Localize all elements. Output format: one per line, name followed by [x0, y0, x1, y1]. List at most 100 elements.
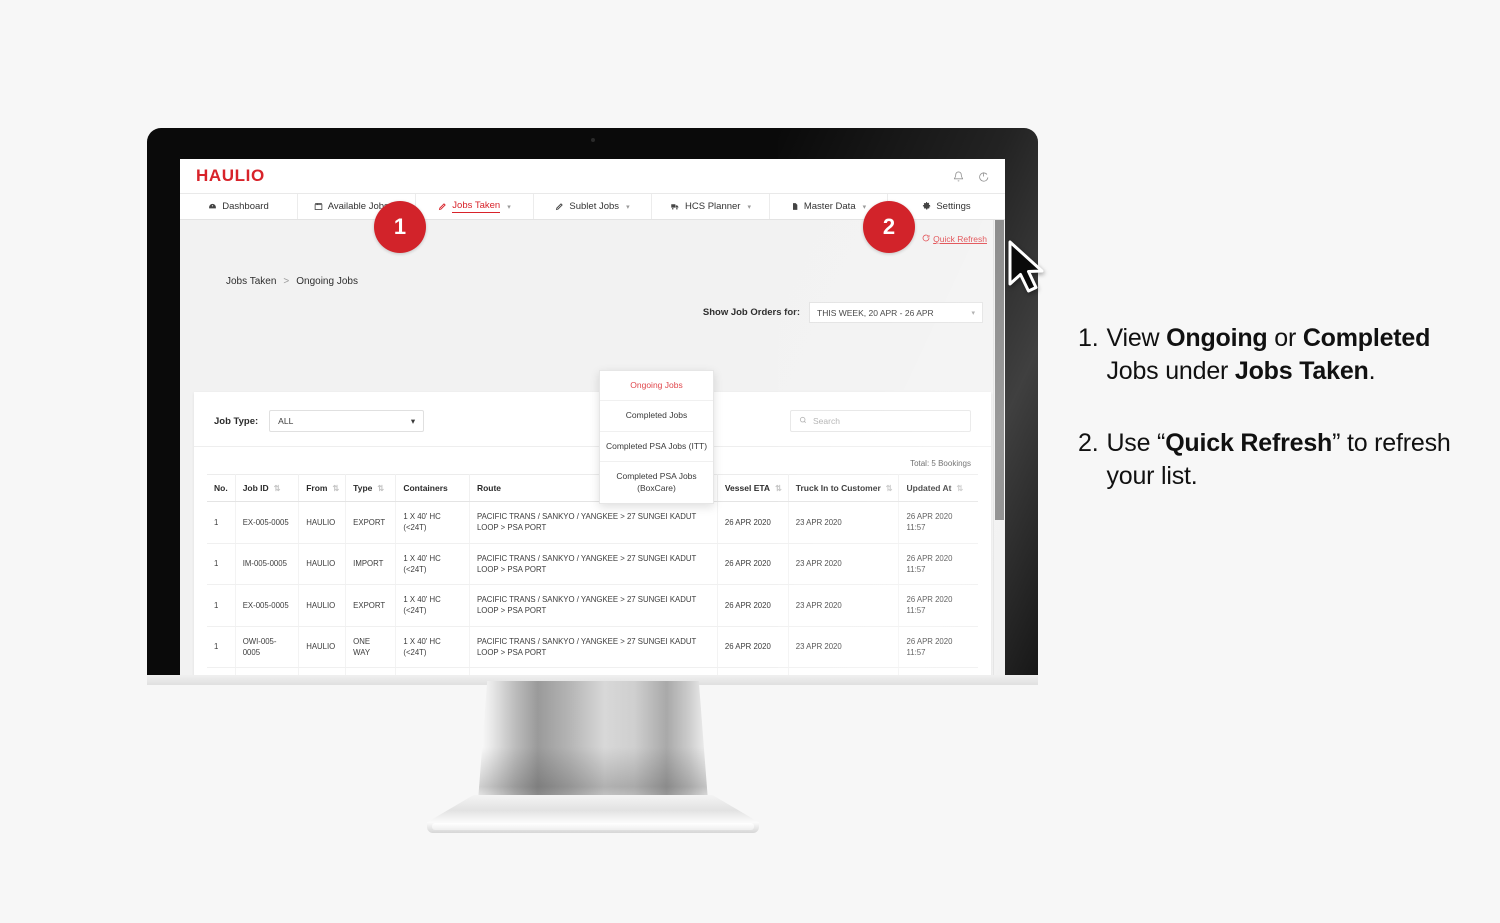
column-header-vessel-eta[interactable]: Vessel ETA ⇅ — [717, 474, 789, 502]
sort-icon[interactable]: ⇅ — [377, 484, 384, 493]
cell-from: HAULIO — [298, 626, 347, 669]
table-row[interactable]: 1 OWI-005-0005 HAULIO ONE WAY 1 X 40' HC (<2… — [207, 626, 978, 669]
table-body: 1 EX-005-0005 HAULIO EXPORT 1 X 40' HC (<24T… — [207, 501, 978, 681]
cell-updated-at: 26 APR 2020 11:57 — [898, 626, 978, 669]
step-text: View Ongoing or Completed Jobs under Job… — [1106, 324, 1431, 386]
table-head: No. Job ID ⇅ From ⇅ Type ⇅ Containers Route Vesse… — [207, 474, 978, 502]
nav-item-label: Sublet Jobs — [569, 201, 620, 212]
quick-refresh-button[interactable]: Quick Refresh — [922, 234, 987, 244]
table-row[interactable]: 1 EX-005-0005 HAULIO EXPORT 1 X 40' HC (<24T… — [207, 584, 978, 627]
nav-item-label: HCS Planner — [685, 201, 741, 212]
cell-type: EXPORT — [345, 501, 397, 544]
table-header-row: No. Job ID ⇅ From ⇅ Type ⇅ Containers Route Vesse… — [207, 474, 978, 502]
dropdown-item-completed-psa-jobs-itt[interactable]: Completed PSA Jobs (ITT) — [600, 432, 713, 463]
jobs-taken-dropdown: Ongoing Jobs Completed Jobs Completed PSA … — [599, 370, 714, 505]
cell-vessel-eta: 26 APR 2020 — [717, 543, 789, 586]
cell-containers: 1 X 40' HC (<24T) — [395, 501, 470, 544]
search-icon — [799, 416, 807, 426]
cell-job-id: OWI-005-0005 — [235, 626, 300, 669]
table-row[interactable]: 1 EX-005-0005 HAULIO EXPORT 1 X 40' HC (<24T… — [207, 501, 978, 544]
cell-route: PACIFIC TRANS / SANKYO / YANGKEE > 27 SU… — [469, 626, 718, 669]
column-header-type[interactable]: Type ⇅ — [345, 474, 397, 502]
haulio-logo[interactable]: HAULIO — [196, 166, 265, 186]
column-label: Updated At — [906, 483, 952, 493]
step-text: Use “Quick Refresh” to refresh your list… — [1106, 428, 1451, 490]
breadcrumb: Jobs Taken > Ongoing Jobs — [226, 276, 358, 287]
cell-truck-in: 23 APR 2020 — [788, 626, 900, 669]
nav-item-sublet-jobs[interactable]: Sublet Jobs ▾ — [534, 194, 652, 219]
cell-job-id: EX-005-0005 — [235, 584, 300, 627]
chevron-down-icon: ▾ — [971, 309, 975, 317]
date-filter: Show Job Orders for: THIS WEEK, 20 APR -… — [703, 302, 983, 323]
cell-containers: 1 X 40' HC (<24T) — [395, 543, 470, 586]
cell-containers: 1 X 40' HC (<24T) — [395, 584, 470, 627]
cell-from: HAULIO — [298, 501, 347, 544]
truck-icon — [670, 202, 680, 211]
sort-icon[interactable]: ⇅ — [274, 484, 281, 493]
chevron-down-icon: ▾ — [507, 203, 511, 211]
cell-from: HAULIO — [298, 543, 347, 586]
bell-icon[interactable] — [953, 171, 964, 182]
cell-no: 1 — [207, 543, 236, 586]
column-label: Job ID — [242, 483, 269, 493]
dropdown-item-completed-psa-jobs-boxcare[interactable]: Completed PSA Jobs (BoxCare) — [600, 462, 713, 503]
chevron-down-icon: ▾ — [626, 203, 630, 211]
step-number: 1. — [1078, 324, 1099, 352]
instruction-step-2: 2. Use “Quick Refresh” to refresh your li… — [1078, 427, 1478, 494]
app-topbar: HAULIO — [180, 159, 1005, 193]
vertical-scrollbar[interactable] — [993, 220, 1005, 681]
job-type-filter: Job Type: ALL ▾ — [214, 410, 425, 432]
cell-updated-at: 26 APR 2020 11:57 — [898, 543, 978, 586]
nav-item-label: Jobs Taken — [452, 200, 501, 213]
cell-truck-in: 23 APR 2020 — [788, 543, 900, 586]
mouse-cursor — [1007, 240, 1049, 301]
refresh-icon — [922, 234, 930, 244]
total-bookings: Total: 5 Bookings — [910, 459, 971, 468]
nav-item-label: Master Data — [803, 201, 856, 212]
column-label: Route — [476, 483, 502, 493]
sort-icon[interactable]: ⇅ — [886, 484, 893, 493]
logout-icon[interactable] — [978, 171, 989, 182]
nav-item-jobs-taken[interactable]: Jobs Taken ▾ — [416, 194, 534, 219]
column-label: Containers — [403, 483, 448, 493]
jobs-card: Job Type: ALL ▾ Search Total: 5 Bookings… — [194, 392, 991, 681]
sort-icon[interactable]: ⇅ — [957, 484, 964, 493]
dropdown-item-ongoing-jobs[interactable]: Ongoing Jobs — [600, 371, 713, 402]
column-header-from[interactable]: From ⇅ — [298, 474, 347, 502]
column-header-no: No. — [207, 474, 236, 502]
search-placeholder: Search — [813, 416, 840, 426]
breadcrumb-parent[interactable]: Jobs Taken — [226, 276, 276, 287]
job-type-label: Job Type: — [214, 415, 259, 427]
cell-vessel-eta: 26 APR 2020 — [717, 626, 789, 669]
nav-item-hcs-planner[interactable]: HCS Planner ▾ — [652, 194, 770, 219]
pencil-icon — [555, 202, 564, 211]
column-header-job-id[interactable]: Job ID ⇅ — [235, 474, 300, 502]
column-label: Vessel ETA — [724, 483, 771, 493]
nav-item-dashboard[interactable]: Dashboard — [180, 194, 298, 219]
cell-no: 1 — [207, 584, 236, 627]
table-row[interactable]: 1 IM-005-0005 HAULIO IMPORT 1 X 40' HC (<24T… — [207, 543, 978, 586]
monitor-neck — [478, 681, 708, 801]
search-input[interactable]: Search — [790, 410, 971, 432]
monitor-base-gloss — [432, 823, 754, 830]
job-type-select[interactable]: ALL ▾ — [269, 410, 425, 432]
sort-icon[interactable]: ⇅ — [332, 484, 339, 493]
cell-type: EXPORT — [345, 584, 397, 627]
column-header-truck-in-to-customer[interactable]: Truck In to Customer ⇅ — [788, 474, 900, 502]
quick-refresh-label: Quick Refresh — [933, 234, 987, 244]
cell-truck-in: 23 APR 2020 — [788, 501, 900, 544]
column-header-updated-at[interactable]: Updated At ⇅ — [898, 474, 978, 502]
dropdown-item-completed-jobs[interactable]: Completed Jobs — [600, 401, 713, 432]
date-range-select[interactable]: THIS WEEK, 20 APR - 26 APR ▾ — [809, 302, 983, 323]
column-label: No. — [214, 483, 228, 493]
sort-icon[interactable]: ⇅ — [775, 484, 782, 493]
page-area: Jobs Taken > Ongoing Jobs Quick Refresh — [180, 220, 1005, 681]
scrollbar-thumb[interactable] — [995, 220, 1004, 520]
cell-type: IMPORT — [345, 543, 397, 586]
cell-containers: 1 X 40' HC (<24T) — [395, 626, 470, 669]
topbar-icons — [953, 171, 989, 182]
cell-type: ONE WAY — [345, 626, 397, 669]
cell-vessel-eta: 26 APR 2020 — [717, 584, 789, 627]
cell-updated-at: 26 APR 2020 11:57 — [898, 501, 978, 544]
cell-route: PACIFIC TRANS / SANKYO / YANGKEE > 27 SU… — [469, 584, 718, 627]
